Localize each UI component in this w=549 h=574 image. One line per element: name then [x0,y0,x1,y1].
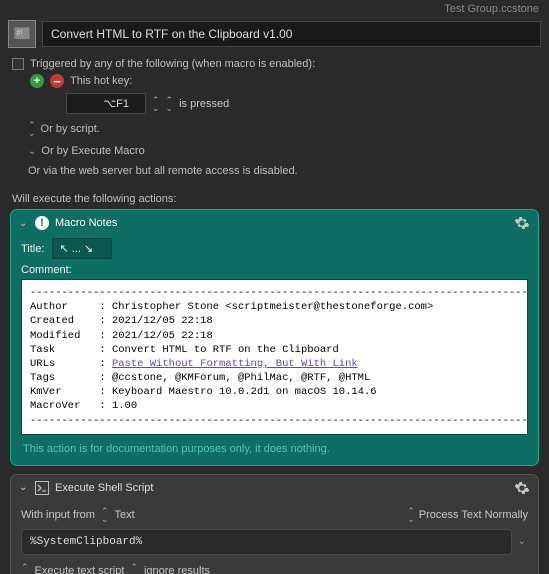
trigger-block: Triggered by any of the following (when … [0,54,549,187]
gear-icon[interactable] [514,215,530,231]
macro-notes-card: ⌄ ! Macro Notes Title: ↖ ... ↘ Comment: … [10,209,539,466]
macro-notes-footer: This action is for documentation purpose… [21,435,528,457]
hotkey-label: This hot key: [70,75,132,87]
remove-trigger-button[interactable]: − [50,74,64,88]
collapse-chevron-icon[interactable]: ⌄ [19,218,29,229]
pressed-chevron-icon[interactable]: ⌃⌄ [166,96,174,112]
add-trigger-button[interactable]: + [30,74,44,88]
macro-header: #! Convert HTML to RTF on the Clipboard … [0,17,549,54]
or-execute-label: Or by Execute Macro [41,145,144,157]
ignore-select[interactable]: ignore results [144,565,210,574]
process-select[interactable]: Process Text Normally [419,509,528,521]
input-source-chevron-icon[interactable]: ⌃⌄ [101,507,109,523]
input-from-label: With input from [21,509,95,521]
trigger-label: Triggered by any of the following (when … [30,58,315,70]
expand-chevron-icon[interactable]: ⌄ [516,529,528,555]
actions-label: Will execute the following actions: [0,187,549,209]
or-script-chevron-icon[interactable]: ⌃⌄ [28,121,36,137]
comment-label: Comment: [21,264,528,279]
comment-box[interactable]: ----------------------------------------… [21,279,528,435]
info-icon: ! [35,216,49,230]
webserver-label: Or via the web server but all remote acc… [12,161,537,181]
macro-notes-title: Macro Notes [55,217,117,229]
notes-title-input[interactable]: ↖ ... ↘ [52,238,112,259]
pressed-label: is pressed [179,98,229,110]
input-text-field[interactable]: %SystemClipboard% [21,529,512,555]
hotkey-stepper-icon[interactable]: ⌃⌄ [152,96,160,112]
or-script-label: Or by script. [41,123,100,135]
ignore-chevron-icon[interactable]: ⌃⌄ [130,563,138,574]
group-title: Test Group.ccstone [0,0,549,17]
gear-icon[interactable] [514,480,530,496]
macro-name-input[interactable]: Convert HTML to RTF on the Clipboard v1.… [42,21,541,47]
process-chevron-icon[interactable]: ⌃⌄ [407,507,415,523]
collapse-chevron-icon[interactable]: ⌄ [19,482,29,493]
exec-chevron-icon[interactable]: ⌃⌄ [21,563,29,574]
url-link[interactable]: Paste Without Formatting, But With Link [112,358,358,370]
shell-script-card: ⌄ Execute Shell Script With input from ⌃… [10,474,539,574]
svg-text:#!: #! [16,28,23,38]
trigger-enabled-checkbox[interactable] [12,58,24,70]
or-execute-chevron-icon[interactable]: ⌄ [28,146,36,157]
hotkey-input[interactable]: ⌥F1 [66,93,146,114]
terminal-icon [35,481,49,495]
input-source-select[interactable]: Text [115,509,135,521]
exec-select[interactable]: Execute text script [35,565,125,574]
notes-title-label: Title: [21,243,44,255]
shell-title: Execute Shell Script [55,482,153,494]
macro-icon: #! [8,20,36,48]
